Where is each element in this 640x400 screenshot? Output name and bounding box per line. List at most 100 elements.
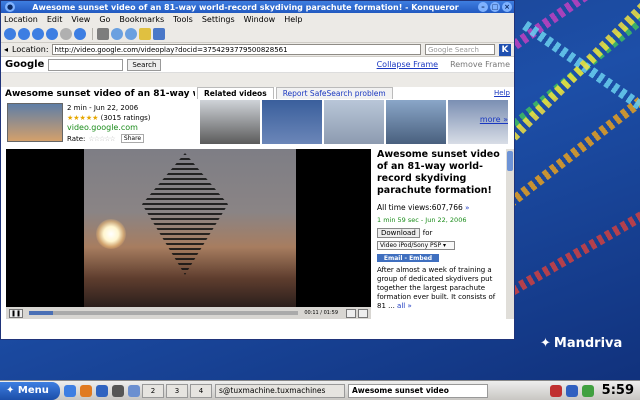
details-title: Awesome sunset video of an 81-way world-… [377,149,500,196]
menu-window[interactable]: Window [244,15,276,24]
url-input[interactable]: http://video.google.com/videoplay?docid=… [51,44,421,55]
location-bar: ◂ Location: http://video.google.com/vide… [1,43,514,57]
video-details: Awesome sunset video of an 81-way world-… [377,149,505,319]
menu-edit[interactable]: Edit [47,15,63,24]
google-search-button[interactable]: Search [127,58,162,71]
up-icon[interactable] [32,27,44,40]
virtual-desktop-2[interactable]: 2 [142,383,164,398]
update-icon[interactable] [549,384,562,397]
tab-report-safesearch[interactable]: Report SafeSearch problem [275,87,393,99]
task-terminal[interactable]: s@tuxmachine.tuxmachines [215,383,345,398]
description-more-link[interactable]: all » [397,302,412,310]
back-icon[interactable] [4,27,16,40]
network-icon[interactable] [565,384,578,397]
menu-settings[interactable]: Settings [202,15,235,24]
toolbar-separator [92,27,93,40]
menu-location[interactable]: Location [4,15,38,24]
google-search-input[interactable]: Google Search [425,44,495,55]
volume-icon[interactable] [346,308,356,318]
playback-time: 00:11 / 01:59 [304,310,338,316]
seek-bar[interactable] [29,311,299,315]
menu-tools[interactable]: Tools [173,15,193,24]
related-thumbnail[interactable] [199,99,261,145]
forward-icon[interactable] [18,27,30,40]
window-menu-icon[interactable]: ● [5,2,15,12]
fullscreen-icon[interactable] [358,308,368,318]
clear-location-icon[interactable]: ◂ [4,45,8,54]
help-link[interactable]: Help [494,89,510,97]
zoom-out-icon[interactable] [125,27,137,40]
video-meta: 2 min - Jun 22, 2006 ★★★★★ (3015 ratings… [67,103,151,133]
rate-row: Rate: ☆☆☆☆☆ Share [67,134,145,143]
desktop-wallpaper [515,0,640,380]
description-text: After almost a week of training a group … [377,266,496,310]
zoom-in-icon[interactable] [111,27,123,40]
window-title: Awesome sunset video of an 81-way world-… [32,2,459,12]
menu-go[interactable]: Go [99,15,110,24]
menu-view[interactable]: View [71,15,90,24]
pause-button[interactable]: ❚❚ [9,308,23,318]
player-controls: ❚❚ 00:11 / 01:59 [6,307,371,319]
google-frame-search-input[interactable] [48,58,124,71]
views-count: 607,766 [431,203,463,212]
konqueror-logo-icon: K [499,43,511,56]
menu-label: Menu [17,385,49,396]
help-icon[interactable] [128,384,140,397]
scrollbar-thumb[interactable] [507,151,513,171]
video-frame[interactable] [84,149,296,307]
minimize-icon[interactable]: – [478,2,488,12]
format-select[interactable]: Video iPod/Sony PSP ▾ [377,241,455,250]
related-thumbnail[interactable] [261,99,323,145]
terminal-icon[interactable] [112,384,124,397]
rating-count: (3015 ratings) [100,114,151,122]
security-lock-icon[interactable] [139,27,151,40]
reload-icon[interactable] [46,27,58,40]
more-related-link[interactable]: more » [480,115,508,124]
video-title[interactable]: Awesome sunset video of an 81-way world-… [5,89,195,99]
views-more-link[interactable]: » [465,204,469,212]
menu-star-icon: ✦ [6,385,18,396]
start-menu-button[interactable]: ✦ Menu [0,381,60,400]
video-description: After almost a week of training a group … [377,266,505,311]
tab-related-videos[interactable]: Related videos [197,87,274,99]
download-button[interactable]: Download [377,228,420,238]
desktop-icon[interactable] [64,384,76,397]
location-label: Location: [12,45,49,54]
source-site: video.google.com [67,123,138,132]
firefox-icon[interactable] [80,384,92,397]
task-konqueror[interactable]: Awesome sunset video [348,383,488,398]
related-thumbnail[interactable] [323,99,385,145]
print-icon[interactable] [97,27,109,40]
konqueror-icon[interactable] [96,384,108,397]
details-scrollbar[interactable] [506,149,514,319]
collapse-frame-link[interactable]: Collapse Frame [377,60,438,69]
maximize-icon[interactable]: □ [490,2,500,12]
remove-frame-link[interactable]: Remove Frame [450,60,510,69]
menu-bar: Location Edit View Go Bookmarks Tools Se… [1,13,514,25]
rate-stars-input[interactable]: ☆☆☆☆☆ [88,135,115,143]
google-frame-bar: Google Search Collapse Frame Remove Fram… [1,57,514,73]
home-icon[interactable] [74,27,86,40]
virtual-desktop-4[interactable]: 4 [190,383,212,398]
sunset-glow [96,219,126,249]
brand-text: Mandriva [553,336,623,351]
rate-label: Rate: [67,134,86,143]
title-bar[interactable]: ● Awesome sunset video of an 81-way worl… [1,1,514,13]
video-player[interactable]: ❚❚ 00:11 / 01:59 [6,149,371,319]
menu-help[interactable]: Help [284,15,302,24]
related-thumbnail[interactable] [385,99,447,145]
video-thumbnail[interactable] [7,103,63,142]
duration-date: 2 min - Jun 22, 2006 [67,104,139,112]
virtual-desktop-3[interactable]: 3 [166,383,188,398]
stop-icon[interactable] [60,27,72,40]
browser-window: ● Awesome sunset video of an 81-way worl… [0,0,515,340]
download-icon[interactable] [153,27,165,40]
related-tabs: Related videos Report SafeSearch problem [197,87,516,99]
volume-tray-icon[interactable] [581,384,594,397]
share-button[interactable]: Share [120,134,145,143]
download-row: Download for [377,228,505,238]
clock[interactable]: 5:59 [602,383,634,398]
email-embed-button[interactable]: Email - Embed [377,254,439,262]
menu-bookmarks[interactable]: Bookmarks [119,15,164,24]
close-icon[interactable]: × [502,2,512,12]
